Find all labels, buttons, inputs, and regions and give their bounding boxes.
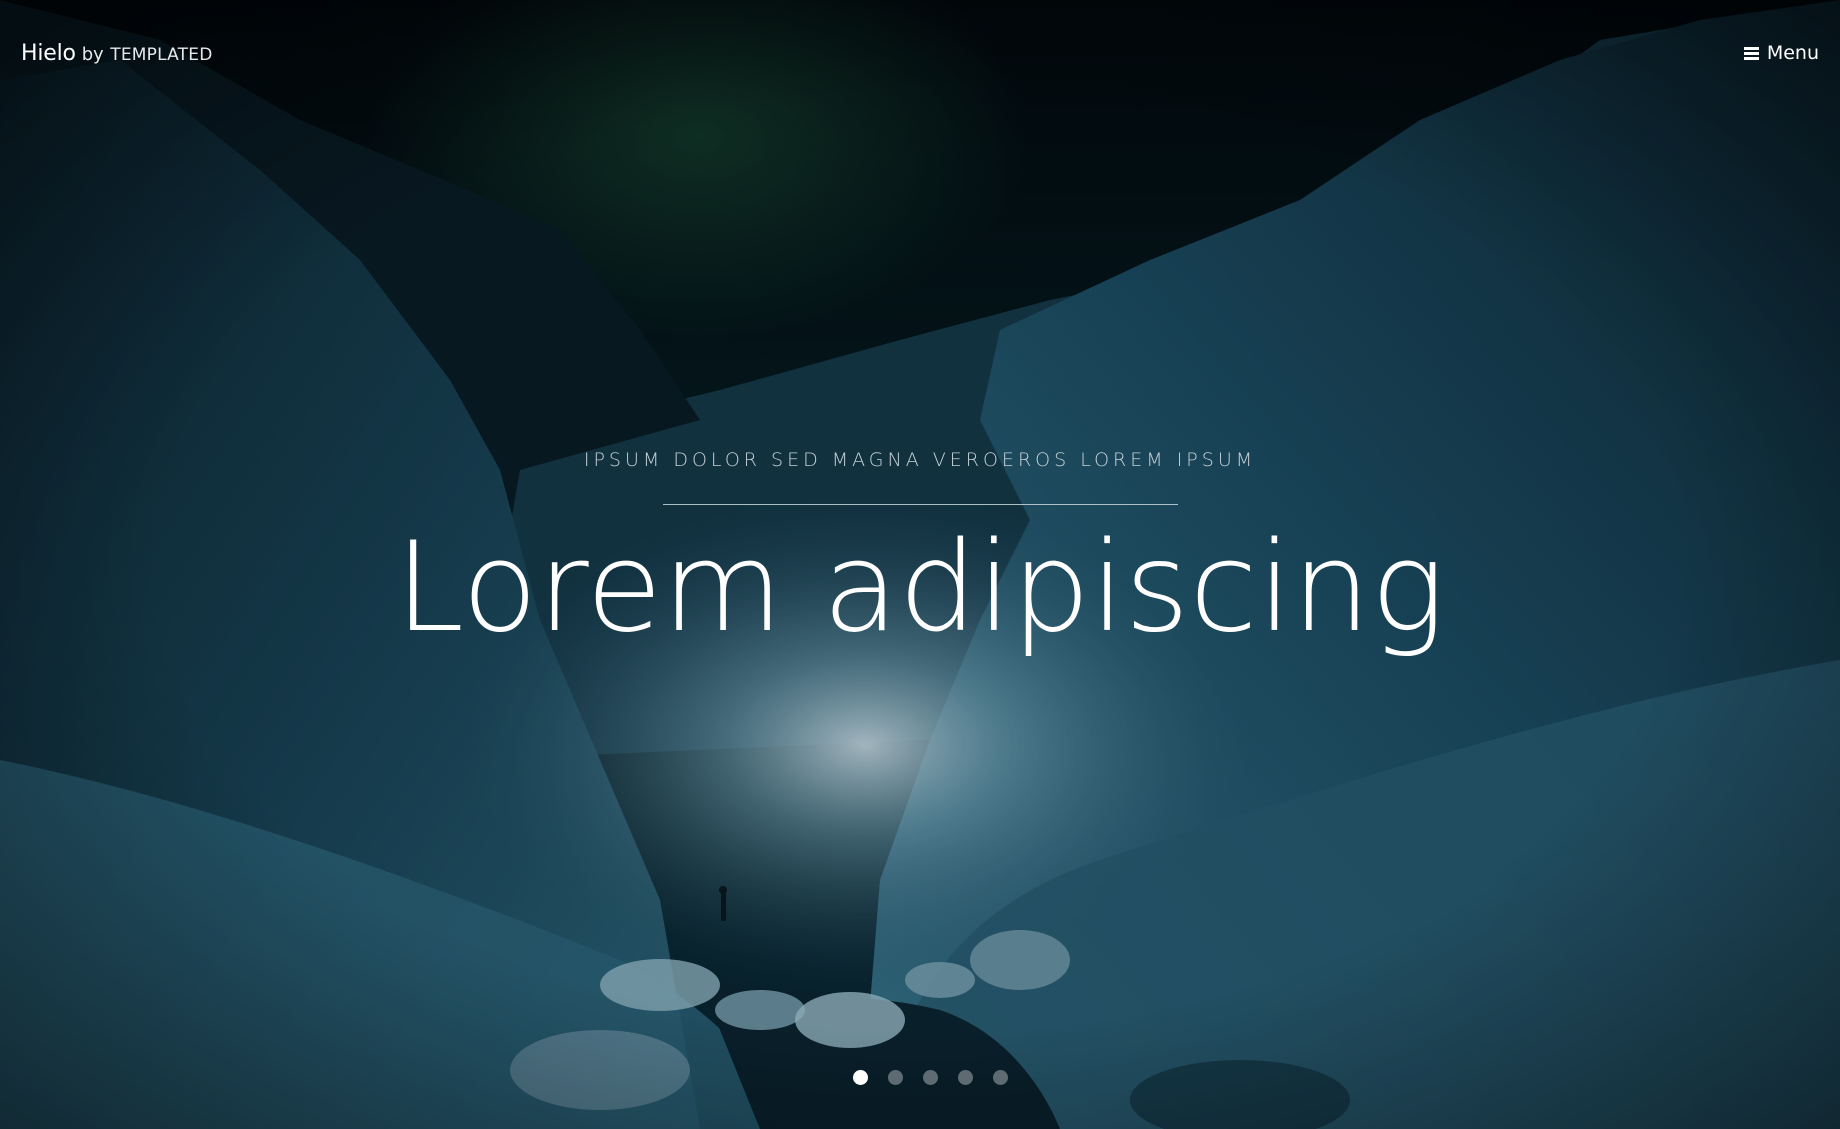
menu-label: Menu [1766,42,1819,64]
slider-dot-3[interactable] [922,1070,938,1085]
banner-content: IPSUM DOLOR SED MAGNA VEROEROS LOREM IPS… [0,440,1840,663]
site-header: Hielo by TEMPLATED Menu [0,0,1840,110]
slider-dot-2[interactable] [887,1070,903,1085]
banner-subtitle: IPSUM DOLOR SED MAGNA VEROEROS LOREM IPS… [583,449,1257,471]
slider-dot-1[interactable] [852,1070,868,1085]
logo-brand: TEMPLATED [110,45,213,65]
slider-indicators [0,1070,1840,1085]
menu-button[interactable]: Menu [1743,42,1819,64]
slider-dot-4[interactable] [957,1070,973,1085]
hamburger-icon [1743,46,1759,60]
logo-by: by [81,44,104,65]
banner-title: Lorem adipiscing [394,516,1446,660]
hero-banner: Hielo by TEMPLATED Menu IPSUM DOLOR SED M… [0,0,1840,1129]
site-logo[interactable]: Hielo by TEMPLATED [21,40,212,69]
banner-divider [662,504,1178,505]
slider-dot-5[interactable] [992,1070,1008,1085]
logo-name: Hielo [21,41,76,66]
